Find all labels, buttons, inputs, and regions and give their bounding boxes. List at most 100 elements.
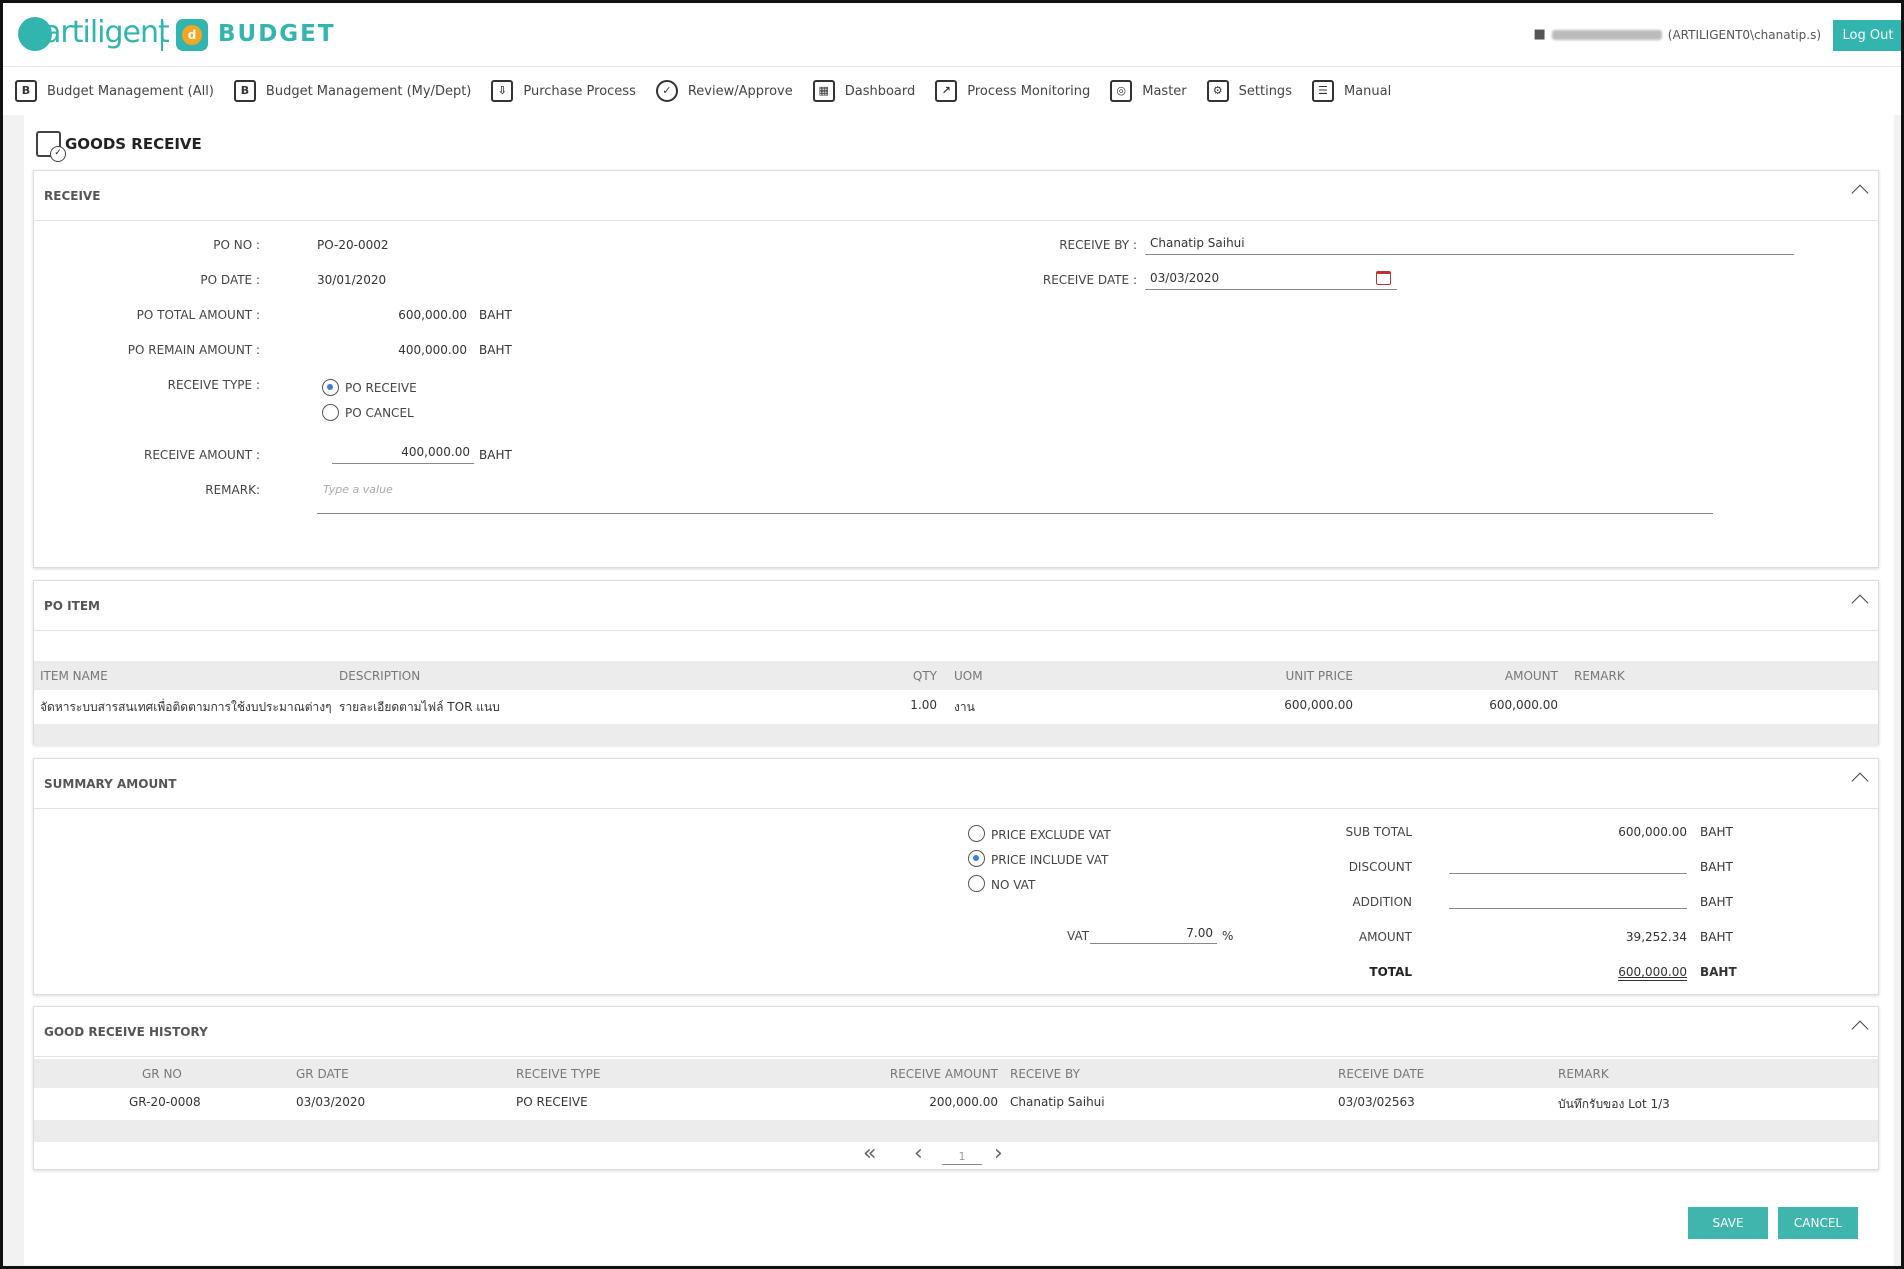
download-box-icon: ⇩	[491, 80, 514, 102]
addition-label: ADDITION	[1352, 895, 1412, 909]
receive-amount-value: 400,000.00	[401, 445, 470, 459]
page-number-input[interactable]: 1	[942, 1145, 982, 1165]
vat-input[interactable]: 7.00	[1090, 923, 1217, 944]
col-gr-date: GR DATE	[296, 1067, 349, 1081]
cancel-button[interactable]: CANCEL	[1778, 1207, 1858, 1239]
gr-receive-date: 03/03/02563	[1338, 1095, 1415, 1109]
radio-po-cancel[interactable]	[322, 404, 339, 421]
radio-price-exclude-vat-label: PRICE EXCLUDE VAT	[991, 828, 1111, 842]
table-header: GR NO GR DATE RECEIVE TYPE RECEIVE AMOUN…	[34, 1059, 1878, 1088]
radio-price-include-vat-label: PRICE INCLUDE VAT	[991, 853, 1109, 867]
po-total-label: PO TOTAL AMOUNT :	[136, 308, 260, 322]
nav-manual[interactable]: ☰ Manual	[1311, 80, 1392, 102]
nav-master[interactable]: ◎ Master	[1110, 80, 1187, 102]
user-info: ■ (ARTILIGENT0\chanatip.s)	[1533, 27, 1821, 42]
receive-by-label: RECEIVE BY :	[1059, 238, 1137, 252]
chevron-up-icon[interactable]	[1851, 772, 1869, 790]
col-receive-date: RECEIVE DATE	[1338, 1067, 1425, 1081]
col-gr-no: GR NO	[142, 1067, 182, 1081]
gr-no: GR-20-0008	[129, 1095, 201, 1109]
remark-placeholder: Type a value	[323, 483, 393, 496]
item-amount: 600,000.00	[1489, 698, 1558, 712]
col-remark: REMARK	[1558, 1067, 1609, 1081]
save-button[interactable]: SAVE	[1688, 1207, 1768, 1239]
first-page-icon[interactable]: «	[863, 1141, 876, 1166]
card-title: GOOD RECEIVE HISTORY	[44, 1025, 208, 1039]
gr-receive-amount: 200,000.00	[929, 1095, 998, 1109]
calendar-icon[interactable]	[1376, 271, 1391, 285]
po-date-value: 30/01/2020	[317, 273, 387, 287]
next-page-icon[interactable]: ›	[994, 1141, 1003, 1166]
discount-input[interactable]	[1449, 852, 1687, 874]
currency-label: BAHT	[479, 308, 512, 322]
nav-label: Budget Management (All)	[47, 83, 214, 99]
receive-date-input[interactable]: 03/03/2020	[1145, 266, 1397, 290]
nav-label: Purchase Process	[523, 83, 636, 99]
nav-label: Master	[1142, 83, 1187, 99]
budget-icon: B	[233, 80, 256, 102]
main-nav: B Budget Management (All) B Budget Managem…	[3, 67, 1901, 115]
item-description: รายละเอียดตามไฟล์ TOR แนบ	[339, 700, 500, 714]
top-bar: artiligent d BUDGET ■ (ARTILIGENT0\chana…	[3, 3, 1901, 67]
dashboard-icon: ▦	[812, 80, 835, 102]
nav-label: Settings	[1238, 83, 1292, 99]
radio-no-vat[interactable]	[968, 875, 985, 892]
history-card: GOOD RECEIVE HISTORY GR NO GR DATE RECEI…	[33, 1006, 1879, 1170]
col-remark: REMARK	[1574, 669, 1625, 683]
gr-receive-type: PO RECEIVE	[516, 1095, 588, 1109]
gr-date: 03/03/2020	[296, 1095, 366, 1109]
table-header: ITEM NAME DESCRIPTION QTY UOM UNIT PRICE…	[34, 661, 1878, 690]
nav-budget-management-all[interactable]: B Budget Management (All)	[15, 80, 214, 102]
nav-dashboard[interactable]: ▦ Dashboard	[812, 80, 915, 102]
col-item-name: ITEM NAME	[40, 669, 108, 683]
page-title-text: GOODS RECEIVE	[65, 135, 202, 153]
currency-label: BAHT	[479, 448, 512, 462]
nav-label: Budget Management (My/Dept)	[265, 83, 472, 99]
nav-purchase-process[interactable]: ⇩ Purchase Process	[491, 80, 636, 102]
po-no-value: PO-20-0002	[317, 238, 389, 252]
logout-button[interactable]: Log Out	[1833, 20, 1901, 51]
receive-by-input[interactable]: Chanatip Saihui	[1145, 231, 1794, 255]
receive-date-value: 03/03/2020	[1150, 271, 1220, 285]
radio-price-include-vat[interactable]	[968, 850, 985, 867]
addition-input[interactable]	[1449, 887, 1687, 909]
po-item-card: PO ITEM ITEM NAME DESCRIPTION QTY UOM UN…	[33, 580, 1879, 746]
nav-budget-management-my[interactable]: B Budget Management (My/Dept)	[233, 80, 472, 102]
radio-po-receive-label: PO RECEIVE	[345, 381, 417, 395]
card-title: SUMMARY AMOUNT	[44, 777, 177, 791]
card-header: GOOD RECEIVE HISTORY	[34, 1007, 1878, 1057]
nav-label: Process Monitoring	[967, 83, 1091, 99]
nav-review-approve[interactable]: ✓ Review/Approve	[655, 80, 793, 102]
item-name: จัดหาระบบสารสนเทศเพื่อติดตามการใช้งบประม…	[40, 700, 332, 714]
table-footer	[34, 1120, 1878, 1142]
currency-label: BAHT	[1700, 860, 1733, 874]
gr-remark: บันทึกรับของ Lot 1/3	[1558, 1097, 1670, 1111]
nav-label: Manual	[1343, 83, 1392, 99]
user-name-redacted	[1551, 29, 1662, 40]
remark-textarea[interactable]: Type a value	[317, 476, 1713, 514]
vat-label: VAT	[1067, 929, 1090, 943]
chevron-up-icon[interactable]	[1851, 1020, 1869, 1038]
chevron-up-icon[interactable]	[1851, 594, 1869, 612]
logo-divider	[161, 19, 163, 51]
card-header: SUMMARY AMOUNT	[34, 759, 1878, 809]
radio-po-receive[interactable]	[322, 379, 339, 396]
vat-unit: %	[1222, 929, 1234, 943]
summary-card: SUMMARY AMOUNT PRICE EXCLUDE VAT PRICE I…	[33, 758, 1879, 995]
nav-settings[interactable]: ⚙ Settings	[1206, 80, 1292, 102]
page-content: GOODS RECEIVE RECEIVE PO NO : PO-20-0002…	[24, 115, 1894, 1265]
nav-label: Review/Approve	[687, 83, 793, 99]
radio-price-exclude-vat[interactable]	[968, 825, 985, 842]
po-total-value: 600,000.00	[398, 308, 467, 322]
prev-page-icon[interactable]: ‹	[914, 1141, 923, 1166]
receive-date-label: RECEIVE DATE :	[1042, 273, 1137, 287]
chevron-up-icon[interactable]	[1851, 184, 1869, 202]
app-name: BUDGET	[218, 21, 336, 47]
receive-type-label: RECEIVE TYPE :	[167, 378, 260, 392]
page-title: GOODS RECEIVE	[36, 131, 202, 162]
receive-card: RECEIVE PO NO : PO-20-0002 PO DATE : 30/…	[33, 170, 1879, 568]
receive-amount-input[interactable]: 400,000.00	[332, 443, 474, 464]
nav-process-monitoring[interactable]: ↗ Process Monitoring	[935, 80, 1090, 102]
item-uom: งาน	[954, 700, 975, 714]
col-unit-price: UNIT PRICE	[1285, 669, 1353, 683]
